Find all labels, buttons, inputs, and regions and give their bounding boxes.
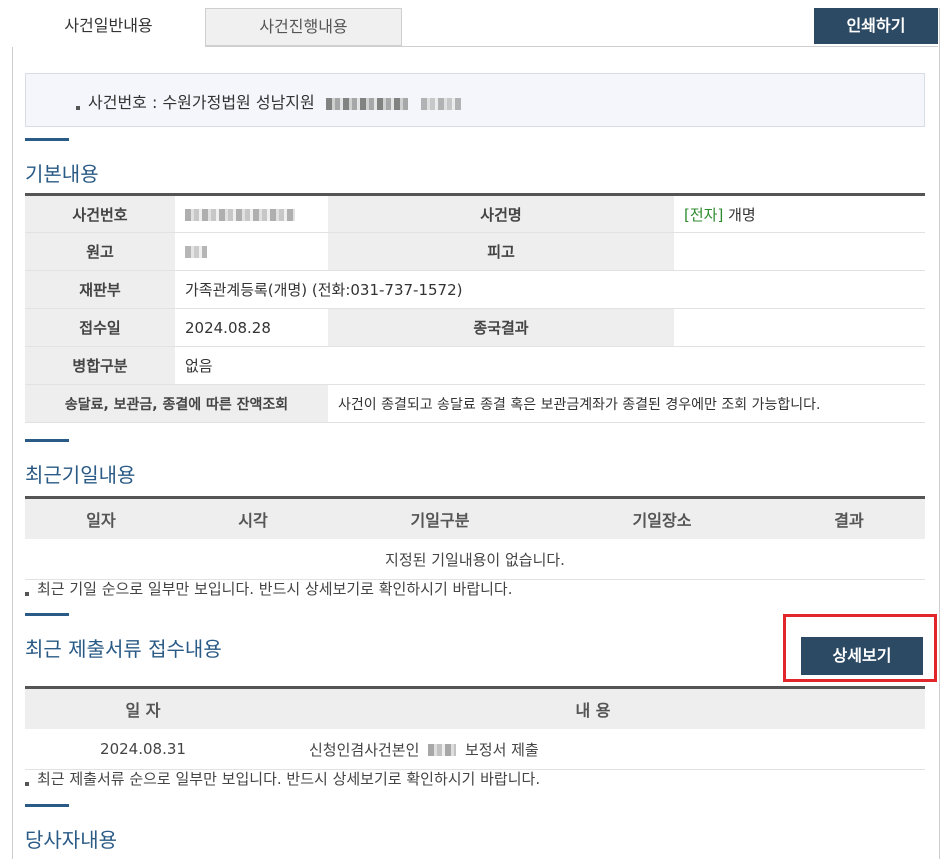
- merge-value: 없음: [175, 346, 925, 385]
- tab-general[interactable]: 사건일반내용: [12, 8, 206, 47]
- recent-docs-note: 최근 제출서류 순으로 일부만 보입니다. 반드시 상세보기로 확인하시기 바랍…: [25, 768, 540, 789]
- empty-message: 지정된 기일내용이 없습니다.: [25, 539, 925, 580]
- section-title-bar: [25, 613, 69, 616]
- plaintiff-value: [175, 232, 328, 271]
- table-row: 병합구분 없음: [25, 346, 925, 385]
- court-label: 재판부: [25, 270, 175, 309]
- col-place: 기일장소: [551, 497, 773, 539]
- electronic-tag: [전자]: [684, 205, 724, 224]
- case-no-value: [175, 194, 328, 233]
- detail-button-highlight: 상세보기: [783, 614, 937, 682]
- table-header-row: 일 자 내 용: [25, 687, 925, 729]
- table-row: 2024.08.31 신청인겸사건본인 보정서 제출: [25, 729, 925, 770]
- final-result-label: 종국결과: [328, 308, 674, 347]
- table-header-row: 일자 시각 기일구분 기일장소 결과: [25, 497, 925, 539]
- received-value: 2024.08.28: [175, 308, 328, 347]
- bullet-icon: [76, 105, 80, 110]
- detail-button[interactable]: 상세보기: [801, 637, 923, 675]
- basic-info-table: 사건번호 사건명 [전자] 개명 원고 피고 재판부 가족관계등록(개명) (전…: [25, 193, 925, 423]
- section-title-bar: [25, 804, 69, 807]
- merge-label: 병합구분: [25, 346, 175, 385]
- bullet-icon: [25, 781, 29, 786]
- table-row: 원고 피고: [25, 232, 925, 271]
- received-label: 접수일: [25, 308, 175, 347]
- tab-bar: 사건일반내용 사건진행내용: [12, 8, 938, 47]
- section-title-bar: [25, 138, 69, 141]
- defendant-label: 피고: [328, 232, 674, 271]
- doc-date: 2024.08.31: [25, 729, 261, 770]
- table-row: 송달료, 보관금, 종결에 따른 잔액조회 사건이 종결되고 송달료 종결 혹은…: [25, 384, 925, 423]
- court-value: 가족관계등록(개명) (전화:031-737-1572): [175, 270, 925, 309]
- recent-dates-table: 일자 시각 기일구분 기일장소 결과 지정된 기일내용이 없습니다.: [25, 496, 925, 580]
- col-content: 내 용: [261, 687, 925, 729]
- table-row: 지정된 기일내용이 없습니다.: [25, 539, 925, 580]
- case-name: 개명: [728, 205, 756, 224]
- redacted-name: [428, 744, 457, 756]
- print-button[interactable]: 인쇄하기: [814, 8, 938, 44]
- col-result: 결과: [773, 497, 925, 539]
- recent-dates-note: 최근 기일 순으로 일부만 보입니다. 반드시 상세보기로 확인하시기 바랍니다…: [25, 578, 512, 599]
- col-date: 일 자: [25, 687, 261, 729]
- col-date: 일자: [25, 497, 177, 539]
- case-name-value: [전자] 개명: [674, 194, 925, 233]
- case-name-label: 사건명: [328, 194, 674, 233]
- redacted-case-number: [325, 97, 408, 110]
- section-title-basic: 기본내용: [25, 138, 99, 187]
- case-header-label: 사건번호 : 수원가정법원 성남지원: [88, 93, 315, 112]
- final-result-value: [674, 308, 925, 347]
- defendant-value: [674, 232, 925, 271]
- table-row: 재판부 가족관계등록(개명) (전화:031-737-1572): [25, 270, 925, 309]
- section-title-recent-docs: 최근 제출서류 접수내용: [25, 613, 222, 662]
- case-no-label: 사건번호: [25, 194, 175, 233]
- tab-progress[interactable]: 사건진행내용: [206, 8, 402, 46]
- case-header: 사건번호 : 수원가정법원 성남지원: [76, 89, 461, 113]
- col-type: 기일구분: [329, 497, 551, 539]
- balance-value: 사건이 종결되고 송달료 종결 혹은 보관금계좌가 종결된 경우에만 조회 가능…: [328, 384, 925, 423]
- section-title-recent-dates: 최근기일내용: [25, 439, 135, 488]
- col-time: 시각: [177, 497, 329, 539]
- bullet-icon: [25, 591, 29, 596]
- section-title-parties: 당사자내용: [25, 804, 117, 853]
- doc-content: 신청인겸사건본인 보정서 제출: [261, 729, 925, 770]
- case-header-box: 사건번호 : 수원가정법원 성남지원: [25, 73, 925, 127]
- table-row: 사건번호 사건명 [전자] 개명: [25, 194, 925, 233]
- redacted-case-number-2: [420, 97, 461, 110]
- recent-docs-table: 일 자 내 용 2024.08.31 신청인겸사건본인 보정서 제출: [25, 686, 925, 770]
- section-title-bar: [25, 439, 69, 442]
- table-row: 접수일 2024.08.28 종국결과: [25, 308, 925, 347]
- balance-label: 송달료, 보관금, 종결에 따른 잔액조회: [25, 384, 328, 423]
- plaintiff-label: 원고: [25, 232, 175, 271]
